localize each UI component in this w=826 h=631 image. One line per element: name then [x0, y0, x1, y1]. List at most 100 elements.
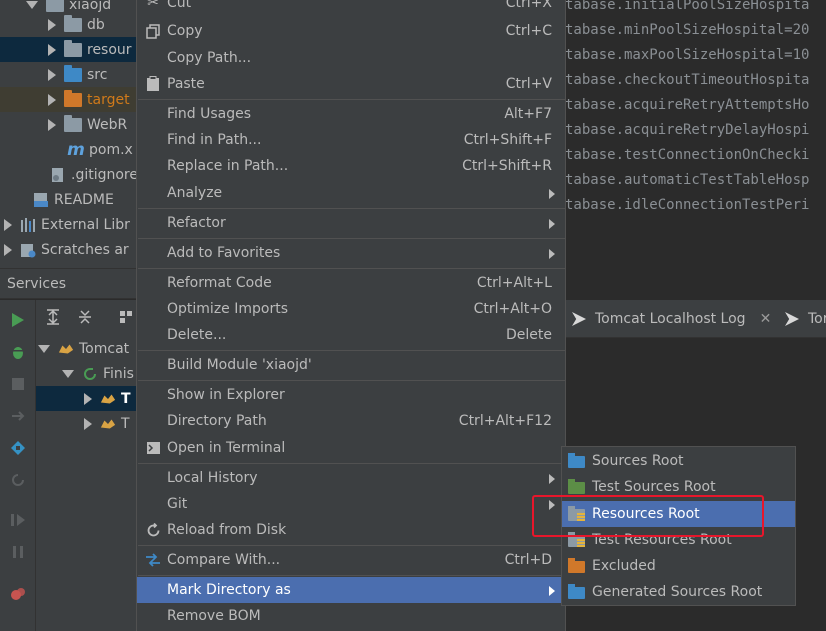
- menu-item-copy-path[interactable]: Copy Path...: [137, 45, 565, 71]
- menu-separator: [138, 463, 566, 464]
- expand-arrow-icon[interactable]: [84, 417, 92, 430]
- service-finished[interactable]: Finis: [62, 361, 137, 386]
- submenu-item-excluded[interactable]: Excluded: [562, 553, 795, 579]
- log-tab-bar: Tomcat Localhost Log ✕ Tor: [565, 300, 826, 338]
- tree-item-gitignore[interactable]: .gitignore: [0, 162, 137, 187]
- tree-item-src[interactable]: src: [0, 62, 137, 87]
- markdown-file-icon: [33, 191, 49, 208]
- menu-item-local-history[interactable]: Local History: [137, 465, 565, 491]
- tree-item-scratches[interactable]: Scratches ar: [0, 237, 137, 262]
- stop-icon[interactable]: [8, 374, 28, 394]
- refresh-icon: [82, 365, 98, 382]
- code-line: tabase.acquireRetryAttemptsHo: [565, 97, 810, 113]
- tree-item-resources[interactable]: resour: [0, 37, 137, 62]
- services-settings-icon[interactable]: [8, 438, 28, 458]
- menu-item-reformat-code[interactable]: Reformat Code Ctrl+Alt+L: [137, 270, 565, 296]
- close-icon[interactable]: ✕: [760, 311, 772, 327]
- deploy-icon[interactable]: [8, 406, 28, 426]
- tree-item-external-libraries[interactable]: External Libr: [0, 212, 137, 237]
- menu-item-compare-with[interactable]: Compare With... Ctrl+D: [137, 547, 565, 573]
- test-sources-root-icon: [568, 479, 585, 494]
- pause-icon[interactable]: [8, 542, 28, 562]
- tab-tomcat-localhost-log[interactable]: Tomcat Localhost Log ✕: [572, 300, 771, 338]
- code-editor[interactable]: tabase.initialPoolSizeHospita tabase.min…: [565, 0, 826, 268]
- tree-item-webroot[interactable]: WebR: [0, 112, 137, 137]
- source-folder-icon: [64, 64, 82, 82]
- scissors-icon: ✂: [147, 0, 159, 11]
- service-tomcat[interactable]: Tomcat: [38, 336, 137, 361]
- generated-sources-root-icon: [568, 584, 585, 599]
- menu-separator: [138, 208, 566, 209]
- expand-arrow-icon[interactable]: [48, 93, 56, 106]
- debug-icon[interactable]: [8, 342, 28, 362]
- expand-all-icon[interactable]: [44, 308, 62, 326]
- collapse-all-icon[interactable]: [76, 308, 94, 326]
- menu-item-reload-from-disk[interactable]: Reload from Disk: [137, 517, 565, 543]
- expand-arrow-icon[interactable]: [48, 68, 56, 81]
- expand-arrow-icon[interactable]: [48, 118, 56, 131]
- context-menu: ✂ Cut Ctrl+X Copy Ctrl+C Copy Path... Pa…: [136, 0, 566, 631]
- tree-item-db[interactable]: db: [0, 12, 137, 37]
- expand-arrow-icon[interactable]: [4, 243, 12, 256]
- services-title: Services: [7, 275, 67, 292]
- tree-item-readme[interactable]: README: [0, 187, 137, 212]
- submenu-item-sources-root[interactable]: Sources Root: [562, 448, 795, 474]
- menu-separator: [138, 268, 566, 269]
- menu-item-directory-path[interactable]: Directory Path Ctrl+Alt+F12: [137, 408, 565, 434]
- refresh-icon[interactable]: [8, 470, 28, 490]
- menu-separator: [138, 350, 566, 351]
- submenu-arrow-icon: [549, 219, 555, 229]
- terminal-icon: [144, 439, 162, 457]
- folder-icon: [64, 39, 82, 57]
- compare-icon: [144, 551, 162, 569]
- menu-item-delete[interactable]: Delete... Delete: [137, 322, 565, 348]
- submenu-item-generated-sources-root[interactable]: Generated Sources Root: [562, 579, 795, 605]
- project-tree: xiaojd db resour src target WebR m pom.x…: [0, 0, 137, 268]
- menu-item-cut[interactable]: ✂ Cut Ctrl+X: [137, 0, 565, 16]
- services-toolbar: [0, 300, 36, 631]
- gitignore-file-icon: [50, 166, 66, 183]
- menu-item-add-to-favorites[interactable]: Add to Favorites: [137, 240, 565, 266]
- menu-item-refactor[interactable]: Refactor: [137, 210, 565, 236]
- menu-item-replace-in-path[interactable]: Replace in Path... Ctrl+Shift+R: [137, 153, 565, 179]
- code-line: tabase.automaticTestTableHosp: [565, 172, 810, 188]
- menu-item-remove-bom[interactable]: Remove BOM: [137, 603, 565, 629]
- menu-item-open-in-terminal[interactable]: Open in Terminal: [137, 435, 565, 461]
- menu-item-analyze[interactable]: Analyze: [137, 180, 565, 206]
- tree-item-pom[interactable]: m pom.x: [0, 137, 137, 162]
- expand-arrow-icon[interactable]: [4, 218, 12, 231]
- menu-separator: [138, 380, 566, 381]
- copy-icon: [144, 22, 162, 40]
- service-tomcat-instance[interactable]: T: [36, 386, 137, 411]
- code-line: tabase.checkoutTimeoutHospita: [565, 72, 810, 88]
- code-line: tabase.idleConnectionTestPeri: [565, 197, 810, 213]
- menu-item-build-module[interactable]: Build Module 'xiaojd': [137, 352, 565, 378]
- collapse-arrow-icon[interactable]: [62, 369, 74, 378]
- folder-icon: [64, 14, 82, 32]
- menu-item-find-in-path[interactable]: Find in Path... Ctrl+Shift+F: [137, 127, 565, 153]
- expand-arrow-icon[interactable]: [48, 43, 56, 56]
- collapse-arrow-icon[interactable]: [38, 344, 50, 353]
- collapse-arrow-icon[interactable]: [26, 0, 38, 9]
- resume-icon[interactable]: [8, 510, 28, 530]
- resources-badge-icon: [577, 539, 585, 548]
- service-tomcat-instance[interactable]: T: [84, 411, 137, 436]
- menu-item-mark-directory-as[interactable]: Mark Directory as: [137, 577, 565, 603]
- breakpoints-icon[interactable]: [8, 584, 28, 604]
- menu-item-optimize-imports[interactable]: Optimize Imports Ctrl+Alt+O: [137, 296, 565, 322]
- code-line: tabase.initialPoolSizeHospita: [565, 0, 810, 13]
- menu-item-paste[interactable]: Paste Ctrl+V: [137, 71, 565, 97]
- expand-arrow-icon[interactable]: [84, 392, 92, 405]
- tree-item-target[interactable]: target: [0, 87, 137, 112]
- menu-item-find-usages[interactable]: Find Usages Alt+F7: [137, 101, 565, 127]
- group-by-icon[interactable]: [117, 308, 135, 326]
- menu-item-show-in-explorer[interactable]: Show in Explorer: [137, 382, 565, 408]
- run-icon[interactable]: [8, 310, 28, 330]
- submenu-arrow-icon: [549, 189, 555, 199]
- menu-item-copy[interactable]: Copy Ctrl+C: [137, 18, 565, 44]
- tab-tomcat-log[interactable]: Tor: [785, 300, 826, 338]
- maven-icon: m: [67, 139, 85, 160]
- menu-item-git[interactable]: Git: [137, 491, 565, 517]
- web-folder-icon: [64, 114, 82, 132]
- expand-arrow-icon[interactable]: [48, 18, 56, 31]
